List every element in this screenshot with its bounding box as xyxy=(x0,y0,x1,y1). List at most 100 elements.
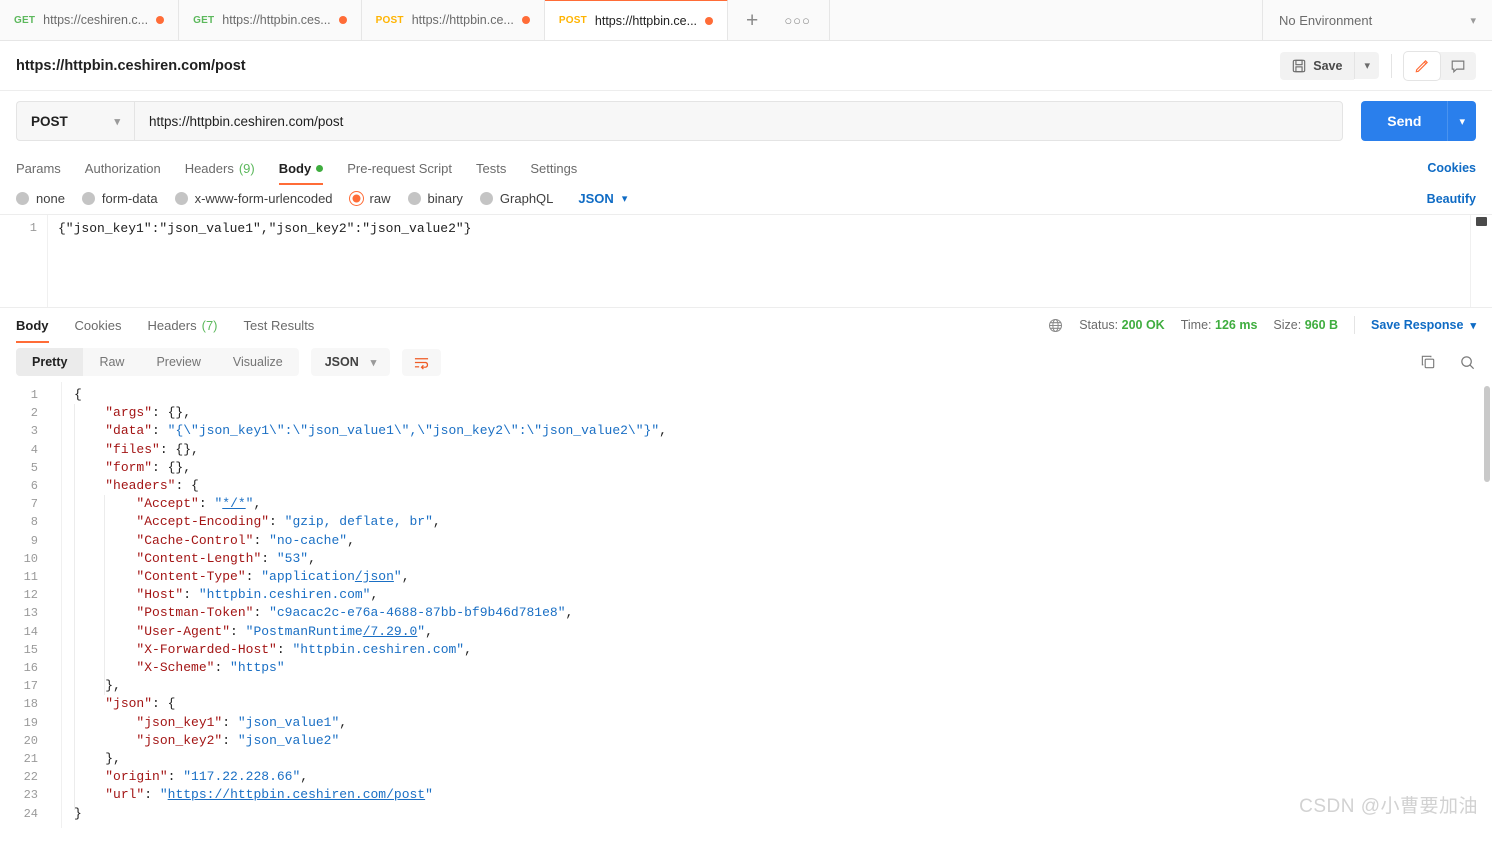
line-number: 16 xyxy=(23,661,38,676)
body-type-none[interactable]: none xyxy=(16,191,65,206)
response-tab-cookies[interactable]: Cookies xyxy=(75,308,122,343)
request-tab-4[interactable]: POST https://httpbin.ce... xyxy=(544,0,729,40)
request-tab-title: https://httpbin.ces... xyxy=(222,13,331,27)
status-label-group: Status: 200 OK xyxy=(1079,318,1165,332)
http-method-selector[interactable]: POST ▾ xyxy=(16,101,134,141)
wrap-lines-button[interactable] xyxy=(402,348,442,376)
radio-icon xyxy=(81,192,95,205)
beautify-link[interactable]: Beautify xyxy=(1427,192,1476,206)
tab-label: Settings xyxy=(530,160,578,176)
response-body-viewer[interactable]: 1 2 3 4 5 6 7 8 9 10 11 12 13 14 15 16 17 18 19 20 21 22 23 24 … xyxy=(0,382,1492,828)
request-body-editor[interactable]: 1 {"json_key1":"json_value1","json_key2"… xyxy=(0,214,1492,307)
send-options-button[interactable]: ▾ xyxy=(1447,101,1476,141)
line-number: 3 xyxy=(30,424,38,439)
response-gutter: 1 2 3 4 5 6 7 8 9 10 11 12 13 14 15 16 17 18 19 20 21 22 23 24 xyxy=(0,382,48,828)
response-tab-test-results[interactable]: Test Results xyxy=(244,308,315,343)
tab-label: Tests xyxy=(475,160,507,176)
comment-icon[interactable] xyxy=(1440,52,1476,80)
request-tab-title: https://ceshiren.c... xyxy=(43,13,149,27)
response-body-code[interactable]: { "args": {}, "data": "{\"json_key1\":\"… xyxy=(62,382,1492,828)
tab-body[interactable]: Body xyxy=(278,151,324,185)
tab-label: Headers xyxy=(184,160,234,176)
view-visualize[interactable]: Visualize xyxy=(217,348,299,376)
tab-authorization[interactable]: Authorization xyxy=(85,151,161,185)
chevron-down-icon: ▾ xyxy=(1470,319,1476,332)
line-number: 12 xyxy=(23,588,38,603)
request-tab-2[interactable]: GET https://httpbin.ces... xyxy=(179,0,362,40)
line-number: 18 xyxy=(23,697,38,712)
editor-scrollbar[interactable] xyxy=(1470,215,1492,307)
body-type-form-data[interactable]: form-data xyxy=(81,191,158,206)
view-preview[interactable]: Preview xyxy=(140,348,216,376)
tab-pre-request-script[interactable]: Pre-request Script xyxy=(347,151,452,185)
tab-settings[interactable]: Settings xyxy=(530,151,577,185)
search-icon[interactable] xyxy=(1459,354,1476,371)
environment-selector[interactable]: No Environment ▾ xyxy=(1262,0,1492,40)
http-method-label: POST xyxy=(31,113,68,129)
tab-label: Authorization xyxy=(84,160,161,176)
body-type-label: binary xyxy=(427,191,463,206)
body-type-label: form-data xyxy=(101,191,158,206)
tab-headers[interactable]: Headers (9) xyxy=(185,151,255,185)
request-title-bar: https://httpbin.ceshiren.com/post Save ▾ xyxy=(0,41,1492,91)
line-number: 13 xyxy=(23,606,38,621)
tab-options-icon[interactable]: ○○○ xyxy=(784,13,811,28)
edit-pencil-icon[interactable] xyxy=(1404,51,1440,80)
request-tab-3[interactable]: POST https://httpbin.ce... xyxy=(361,0,545,40)
fold-column[interactable] xyxy=(48,382,62,828)
body-type-graphql[interactable]: GraphQL xyxy=(479,191,554,206)
scrollbar-thumb[interactable] xyxy=(1476,217,1487,226)
divider xyxy=(1391,53,1392,78)
body-type-options: none form-data x-www-form-urlencoded raw… xyxy=(0,185,1492,214)
line-number: 9 xyxy=(30,533,38,548)
request-body-code[interactable]: {"json_key1":"json_value1","json_key2":"… xyxy=(48,215,1492,307)
view-pretty[interactable]: Pretty xyxy=(16,348,84,376)
body-type-label: x-www-form-urlencoded xyxy=(194,191,333,206)
response-scrollbar-thumb[interactable] xyxy=(1484,386,1490,482)
tab-label: Body xyxy=(16,317,49,333)
chevron-down-icon: ▾ xyxy=(1470,14,1476,27)
send-button[interactable]: Send xyxy=(1361,101,1448,141)
line-number: 24 xyxy=(23,806,38,821)
line-number: 14 xyxy=(23,624,38,639)
save-options-button[interactable]: ▾ xyxy=(1354,52,1379,79)
line-number: 5 xyxy=(30,460,38,475)
copy-icon[interactable] xyxy=(1420,354,1437,371)
line-number: 8 xyxy=(30,515,38,530)
time-label-group: Time: 126 ms xyxy=(1181,318,1258,332)
body-format-label: JSON xyxy=(578,191,614,206)
line-number: 11 xyxy=(23,570,38,585)
request-tab-1[interactable]: GET https://ceshiren.c... xyxy=(0,0,180,40)
save-button-label: Save xyxy=(1313,58,1343,73)
response-format-selector[interactable]: JSON ▾ xyxy=(310,348,391,376)
new-tab-icon[interactable]: + xyxy=(746,10,758,31)
line-number: 15 xyxy=(23,642,38,657)
save-response-button[interactable]: Save Response ▾ xyxy=(1371,318,1476,332)
radio-icon-selected xyxy=(349,192,363,205)
body-type-raw[interactable]: raw xyxy=(349,191,391,206)
line-number: 17 xyxy=(23,679,38,694)
tab-tests[interactable]: Tests xyxy=(476,151,506,185)
cookies-link[interactable]: Cookies xyxy=(1427,161,1476,175)
body-type-urlencoded[interactable]: x-www-form-urlencoded xyxy=(174,191,333,206)
request-tab-method: POST xyxy=(558,15,587,26)
body-type-label: GraphQL xyxy=(499,191,554,206)
status-value: 200 OK xyxy=(1121,318,1165,332)
size-label-group: Size: 960 B xyxy=(1273,318,1338,332)
url-bar: POST ▾ Send ▾ xyxy=(0,91,1492,151)
url-input[interactable] xyxy=(134,101,1344,141)
radio-icon xyxy=(479,192,493,205)
request-tabs-strip: GET https://ceshiren.c... GET https://ht… xyxy=(0,0,1262,40)
floppy-disk-icon xyxy=(1292,59,1306,73)
body-format-selector[interactable]: JSON ▾ xyxy=(578,191,627,206)
response-tab-headers[interactable]: Headers (7) xyxy=(147,308,217,343)
line-number: 1 xyxy=(29,221,37,235)
request-tab-title: https://httpbin.ce... xyxy=(411,13,514,27)
body-type-binary[interactable]: binary xyxy=(407,191,463,206)
response-tab-body[interactable]: Body xyxy=(16,308,49,343)
tab-params[interactable]: Params xyxy=(16,151,61,185)
unsaved-dot-icon xyxy=(521,16,530,24)
request-tab-method: GET xyxy=(14,14,36,26)
view-raw[interactable]: Raw xyxy=(83,348,140,376)
save-button[interactable]: Save xyxy=(1280,51,1355,80)
